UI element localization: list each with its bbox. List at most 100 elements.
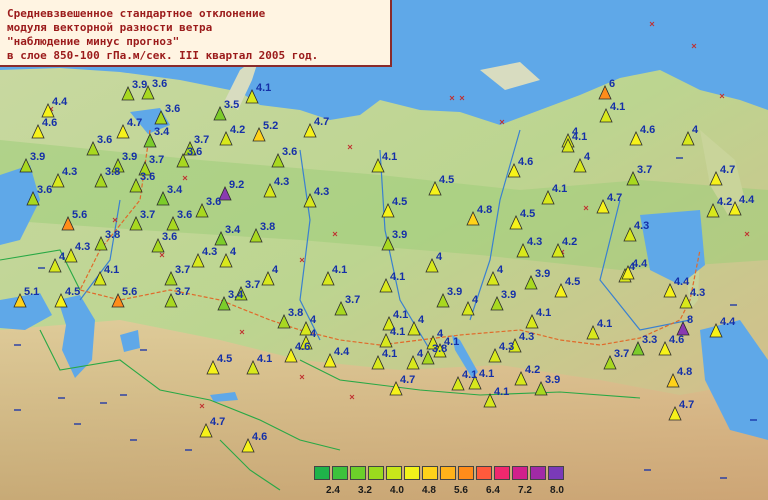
station-value: 4.1	[536, 307, 552, 319]
station-value: 4.3	[274, 176, 290, 188]
terrain-layer	[0, 21, 768, 500]
station-value: 3.8	[105, 166, 121, 178]
station-value: 4.1	[494, 386, 510, 398]
station-value: 4.1	[390, 326, 406, 338]
new-siberian-islands	[480, 62, 540, 90]
station-value: 3.4	[225, 224, 241, 236]
legend-swatch	[440, 466, 456, 480]
station-value: 4	[230, 246, 237, 258]
station-value: 4.4	[52, 96, 68, 108]
legend-swatch	[512, 466, 528, 480]
station-value: 3.7	[614, 348, 630, 360]
station-value: 3.8	[105, 229, 121, 241]
station-value: 4	[310, 328, 317, 340]
station-value: 4.2	[230, 124, 246, 136]
station-value: 4.6	[669, 334, 685, 346]
station-value: 5.1	[24, 286, 40, 298]
station-value: 3.6	[97, 134, 113, 146]
station-value: 4	[472, 294, 479, 306]
station-value: 4	[59, 251, 66, 263]
station-value: 3.4	[228, 289, 244, 301]
station-value: 3.6	[165, 103, 181, 115]
station-value: 4.1	[479, 368, 495, 380]
legend-label: 4.0	[390, 485, 404, 496]
station-value: 3.4	[154, 126, 170, 138]
station-value: 4.2	[717, 196, 733, 208]
station-value: 4.1	[390, 271, 406, 283]
station-value: 4	[310, 314, 317, 326]
station-value: 4.3	[690, 287, 706, 299]
station-value: 5.6	[122, 286, 138, 298]
station-value: 4.1	[610, 101, 626, 113]
station-value: 4.1	[597, 318, 613, 330]
legend-swatch	[494, 466, 510, 480]
station-value: 4.1	[393, 309, 409, 321]
station-value: 4.6	[42, 117, 58, 129]
station-value: 3.4	[167, 184, 183, 196]
legend-swatch	[422, 466, 438, 480]
station-value: 3.7	[345, 294, 361, 306]
legend-label: 3.2	[358, 485, 372, 496]
station-value: 4.1	[257, 353, 273, 365]
legend-label: 8.0	[550, 485, 564, 496]
station-value: 5.6	[72, 209, 88, 221]
legend-swatch	[332, 466, 348, 480]
station-value: 3.9	[132, 79, 148, 91]
station-value: 4.2	[525, 364, 541, 376]
station-value: 4.3	[519, 331, 535, 343]
station-value: 4.1	[104, 264, 120, 276]
station-value: 4.1	[552, 183, 568, 195]
title-line-1: Средневзвешенное стандартное отклонение	[7, 7, 266, 20]
map-canvas: 4.4 3.9 3.6 4.6 4.7 3.6 3.9 3.9 3.7 3.6 3.5 4.1 4.2 5…	[0, 0, 768, 500]
station-value: 3.8	[260, 221, 276, 233]
station-value: 4.5	[217, 353, 233, 365]
legend-swatch	[458, 466, 474, 480]
station-value: 3.6	[162, 231, 178, 243]
station-value: 3.9	[30, 151, 46, 163]
station-value: 4.5	[565, 276, 581, 288]
station-value: 4.3	[75, 241, 91, 253]
legend-swatch	[404, 466, 420, 480]
station-value: 3.6	[152, 78, 168, 90]
station-value: 4.6	[518, 156, 534, 168]
legend-swatch	[548, 466, 564, 480]
station-value: 4	[497, 264, 504, 276]
station-value: 3.7	[194, 134, 210, 146]
station-value: 4.1	[462, 369, 478, 381]
station-value: 4.1	[382, 151, 398, 163]
legend-swatch	[314, 466, 330, 480]
title-line-4: в слое 850-100 гПа.м/сек. III квартал 20…	[7, 49, 319, 62]
legend-swatch	[530, 466, 546, 480]
title-line-2: модуля векторной разности ветра	[7, 21, 213, 34]
station-value: 5.2	[263, 120, 279, 132]
station-value: 3.7	[175, 286, 191, 298]
station-value: 4.4	[674, 276, 690, 288]
station-value: 4.3	[499, 341, 515, 353]
station-value: 4	[584, 151, 591, 163]
station-value: 4	[272, 264, 279, 276]
station-value: 4.5	[439, 174, 455, 186]
station-value: 9.2	[229, 179, 245, 191]
station-value: 3.9	[392, 229, 408, 241]
station-value: 3.6	[140, 171, 156, 183]
map-title-box: Средневзвешенное стандартное отклонение …	[0, 0, 392, 67]
station-value: 4.3	[62, 166, 78, 178]
legend-label: 7.2	[518, 485, 532, 496]
legend-label: 4.8	[422, 485, 436, 496]
legend-label: 6.4	[486, 485, 500, 496]
station-value: 4.5	[520, 208, 536, 220]
station-value: 4.8	[477, 204, 493, 216]
station-value: 4.7	[400, 374, 416, 386]
station-value: 3.9	[545, 374, 561, 386]
station-value: 4.2	[562, 236, 578, 248]
station-value: 4.3	[202, 246, 218, 258]
station-value: 3.9	[535, 268, 551, 280]
station-value: 3.7	[149, 154, 165, 166]
station-value: 4.1	[256, 82, 272, 94]
station-value: 3.6	[177, 209, 193, 221]
station-value: 3.9	[122, 151, 138, 163]
station-value: 4.1	[382, 348, 398, 360]
station-value: 4.4	[720, 316, 736, 328]
station-value: 4.3	[527, 236, 543, 248]
station-value: 4	[417, 348, 424, 360]
